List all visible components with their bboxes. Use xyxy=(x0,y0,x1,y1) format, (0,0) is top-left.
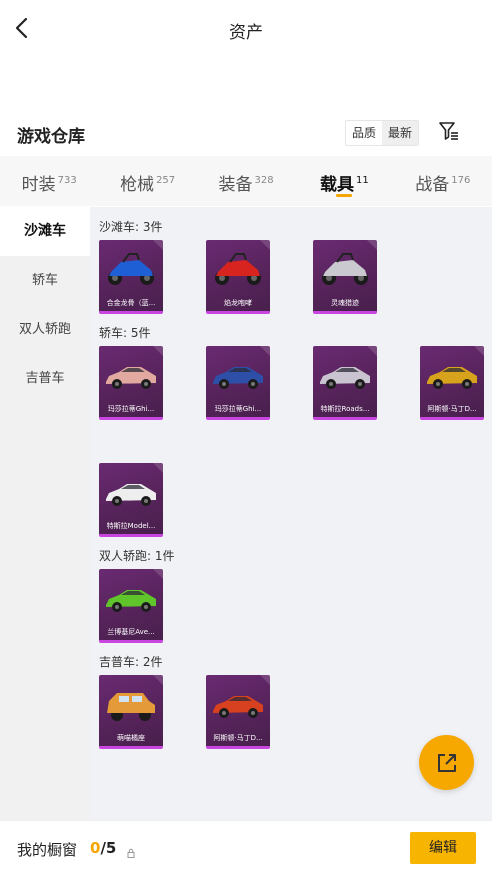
vehicle-name: 特斯拉Roads... xyxy=(320,405,370,413)
tab-label: 时装 xyxy=(21,175,56,195)
vehicle-card[interactable]: 阿斯顿·马丁D... xyxy=(420,346,484,420)
vehicle-name: 灵魂猎迹 xyxy=(331,299,359,307)
vehicle-name: 焰龙咆哮 xyxy=(224,299,252,307)
filter-icon[interactable] xyxy=(438,120,460,142)
tab-equipment[interactable]: 装备 328 xyxy=(197,156,295,206)
vehicle-card[interactable]: 玛莎拉蒂Ghi... xyxy=(206,346,270,420)
vehicle-card[interactable]: 合金龙骨（蓝... xyxy=(99,240,163,314)
tab-count: 11 xyxy=(356,175,369,186)
tab-label: 载具 xyxy=(320,175,355,195)
tab-label: 枪械 xyxy=(120,175,155,195)
section-label: 双人轿跑: 1件 xyxy=(99,549,175,563)
showcase-used: 0 xyxy=(90,839,101,857)
sidebar-item-jeep[interactable]: 吉普车 xyxy=(0,354,90,403)
page-title: 资产 xyxy=(229,23,263,43)
warehouse-header: 游戏仓库 品质 最新 xyxy=(0,112,492,154)
tab-label: 装备 xyxy=(218,175,253,195)
vehicle-name: 玛莎拉蒂Ghi... xyxy=(107,405,155,413)
vehicle-name: 兰博基尼Ave... xyxy=(107,628,155,636)
sidebar-item-coupe[interactable]: 双人轿跑 xyxy=(0,305,90,354)
tab-count: 176 xyxy=(451,175,471,186)
share-fab-button[interactable] xyxy=(419,735,474,790)
sort-toggle: 品质 最新 xyxy=(345,120,419,146)
sidebar-item-beach-buggy[interactable]: 沙滩车 xyxy=(0,207,90,256)
section-label: 沙滩车: 3件 xyxy=(99,220,163,234)
tab-guns[interactable]: 枪械 257 xyxy=(98,156,196,206)
active-tab-indicator xyxy=(336,194,353,197)
vehicle-card[interactable]: 兰博基尼Ave... xyxy=(99,569,163,643)
subcategory-sidebar: 沙滩车 轿车 双人轿跑 吉普车 xyxy=(0,207,90,820)
vehicle-card[interactable]: 玛莎拉蒂Ghi... xyxy=(99,346,163,420)
showcase-count: 0/5 xyxy=(90,839,116,857)
vehicle-name: 特斯拉Model... xyxy=(106,522,156,530)
vehicle-card[interactable]: 阿斯顿·马丁D... xyxy=(206,675,270,749)
sidebar-item-sedan[interactable]: 轿车 xyxy=(0,256,90,305)
tab-count: 257 xyxy=(156,175,176,186)
tab-supplies[interactable]: 战备 176 xyxy=(394,156,492,206)
tab-count: 328 xyxy=(254,175,274,186)
edit-button[interactable]: 编辑 xyxy=(410,832,476,864)
vehicle-name: 萌喵橘座 xyxy=(117,734,145,742)
warehouse-title: 游戏仓库 xyxy=(17,127,85,147)
vehicle-name: 合金龙骨（蓝... xyxy=(106,299,156,307)
tab-label: 战备 xyxy=(415,175,450,195)
showcase-total: /5 xyxy=(100,839,117,857)
top-nav-bar: 资产 xyxy=(0,0,492,58)
showcase-label: 我的橱窗 xyxy=(17,841,78,859)
vehicle-name: 阿斯顿·马丁D... xyxy=(427,405,477,413)
vehicle-grid: 沙滩车: 3件 合金龙骨（蓝... 焰龙咆哮 灵魂猎迹 轿车: 5件 玛莎拉蒂G… xyxy=(90,207,492,820)
tab-vehicles[interactable]: 载具 11 xyxy=(295,156,393,206)
bottom-showcase-bar: 我的橱窗 0/5 编辑 xyxy=(0,820,492,876)
tab-fashion[interactable]: 时装 733 xyxy=(0,156,98,206)
tab-count: 733 xyxy=(57,175,77,186)
lock-icon xyxy=(127,843,135,858)
vehicle-card[interactable]: 焰龙咆哮 xyxy=(206,240,270,314)
external-link-icon xyxy=(438,754,456,772)
section-label: 吉普车: 2件 xyxy=(99,655,163,669)
vehicle-card[interactable]: 特斯拉Model... xyxy=(99,463,163,537)
vehicle-card[interactable]: 灵魂猎迹 xyxy=(313,240,377,314)
section-label: 轿车: 5件 xyxy=(99,326,151,340)
category-tabs: 时装 733 枪械 257 装备 328 载具 11 战备 176 xyxy=(0,156,492,206)
sort-newest-button[interactable]: 最新 xyxy=(382,121,418,145)
vehicle-card[interactable]: 特斯拉Roads... xyxy=(313,346,377,420)
vehicle-name: 阿斯顿·马丁D... xyxy=(213,734,263,742)
sort-quality-button[interactable]: 品质 xyxy=(346,121,382,145)
vehicle-name: 玛莎拉蒂Ghi... xyxy=(214,405,262,413)
vehicle-card[interactable]: 萌喵橘座 xyxy=(99,675,163,749)
